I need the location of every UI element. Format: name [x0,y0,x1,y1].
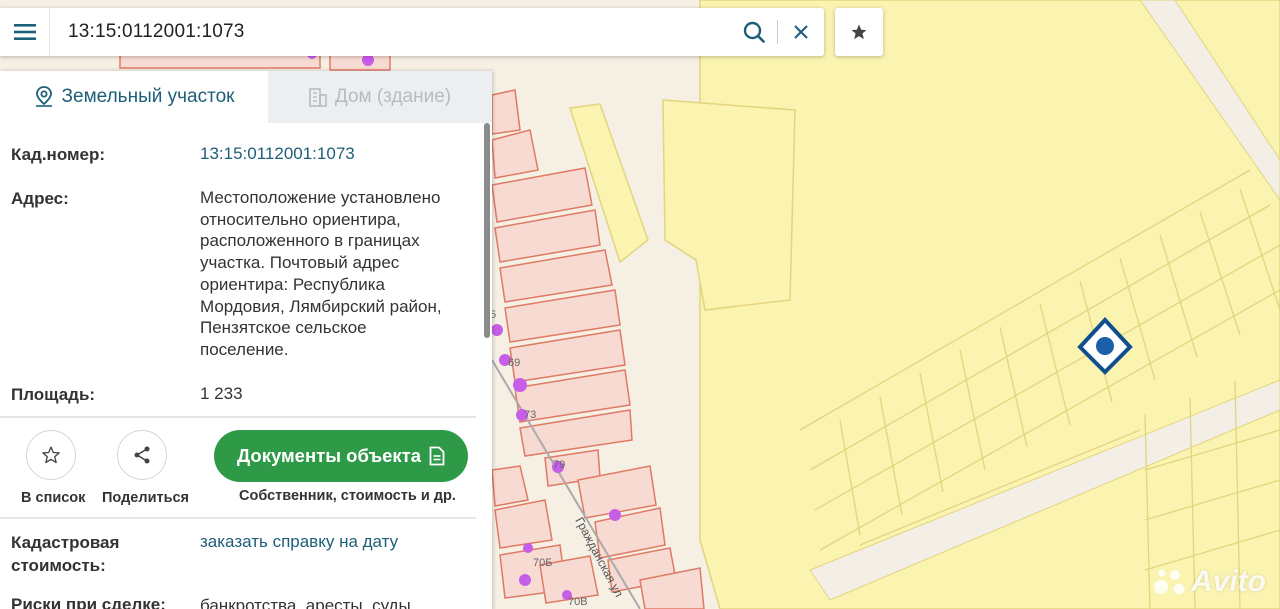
address-line: Пензятское сельское [200,318,367,338]
object-info-panel: Земельный участок Дом (здание) Кад.номер… [0,71,492,609]
address-value: Местоположение установлено относительно … [200,187,470,361]
menu-button[interactable] [0,8,50,56]
search-input[interactable]: 13:15:0112001:1073 [50,21,731,43]
address-line: относительно ориентира, [200,209,401,229]
search-button[interactable] [731,8,777,56]
close-icon [794,25,808,39]
order-certificate-link[interactable]: заказать справку на дату [200,531,470,553]
clear-button[interactable] [778,8,824,56]
map-label-73: 73 [524,409,536,421]
address-line: поселение. [200,339,289,359]
tab-land-plot[interactable]: Земельный участок [0,71,268,123]
add-to-list-button[interactable] [26,430,76,480]
panel-tabs: Земельный участок Дом (здание) [0,71,492,123]
panel-scrollbar[interactable] [484,123,490,338]
address-line: Мордовия, Лямбирский район, [200,296,442,316]
avito-watermark: Avito [1153,565,1266,599]
map-pin-icon [35,86,52,107]
share-button[interactable] [117,430,167,480]
map-label-70v: 70В [568,596,588,608]
star-icon [851,24,867,40]
actions-bar: В список Поделиться Документы объекта Со… [0,416,476,519]
address-line: Местоположение установлено [200,188,441,207]
tab-land-plot-label: Земельный участок [61,86,235,107]
cad-number-label: Кад.номер: [11,145,106,164]
address-line: расположенного в границах [200,231,420,251]
tab-building-label: Дом (здание) [334,86,452,107]
map-label-79: 79 [553,459,565,471]
object-documents-button[interactable]: Документы объекта [214,430,468,482]
share-label: Поделиться [102,490,190,506]
share-icon [134,446,150,464]
star-outline-icon [42,446,60,464]
panel-content: Кад.номер: 13:15:0112001:1073 Адрес: Мес… [0,123,484,609]
avito-logo-icon [1154,569,1185,595]
map-label-69: 69 [508,357,520,369]
search-icon [743,21,765,43]
tab-building[interactable]: Дом (здание) [268,71,492,123]
address-label: Адрес: [11,189,69,208]
map-label-70b: 70Б [533,557,552,569]
area-value: 1 233 [200,384,243,403]
cad-number-value[interactable]: 13:15:0112001:1073 [200,143,470,165]
search-bar: 13:15:0112001:1073 [0,8,824,56]
area-label: Площадь: [11,385,96,404]
cadastral-cost-label: Кадастровая стоимость: [11,531,119,577]
hamburger-icon [13,24,36,40]
address-line: ориентира: Республика [200,274,385,294]
building-icon [309,88,327,107]
object-documents-label: Документы объекта [236,445,422,466]
risks-label: Риски при сделке: [11,595,166,609]
document-icon [429,446,445,466]
risks-value: банкротства, аресты, суды [200,596,411,609]
add-to-list-label: В список [21,490,86,506]
favorites-button[interactable] [835,8,883,56]
cadastral-cost-label-line: Кадастровая [11,533,120,552]
avito-wordmark: Avito [1191,565,1266,598]
address-line: участка. Почтовый адрес [200,253,400,273]
object-documents-subtitle: Собственник, стоимость и др. [239,488,456,504]
cadastral-cost-label-line: стоимость: [11,556,106,575]
